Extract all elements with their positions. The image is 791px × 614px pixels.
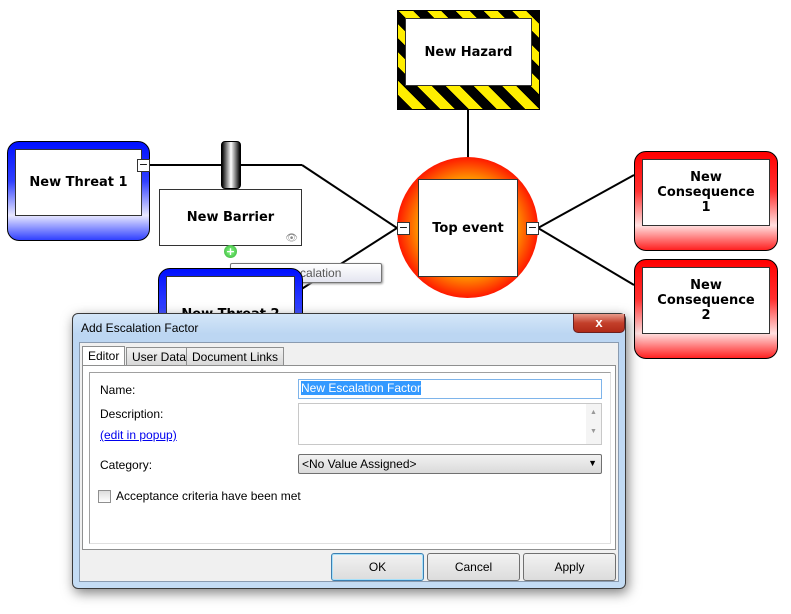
- cancel-button[interactable]: Cancel: [427, 553, 520, 581]
- tab-editor[interactable]: Editor: [82, 346, 126, 366]
- textarea-scrollbar[interactable]: ▲ ▼: [586, 404, 601, 444]
- ok-button[interactable]: OK: [331, 553, 424, 581]
- dialog-body: Editor User Data Document Links Name: Ne…: [79, 342, 619, 582]
- category-value: <No Value Assigned>: [302, 457, 417, 471]
- consequence-node-2[interactable]: New Consequence 2: [634, 259, 778, 359]
- edit-in-popup-link[interactable]: (edit in popup): [100, 428, 177, 442]
- tab-user-data[interactable]: User Data: [126, 347, 193, 365]
- chevron-down-icon: ▼: [588, 458, 597, 468]
- description-textarea[interactable]: ▲ ▼: [298, 403, 602, 445]
- close-button[interactable]: x: [573, 314, 625, 333]
- top-event-node[interactable]: Top event: [397, 157, 538, 298]
- name-input-value: New Escalation Factor: [301, 381, 422, 395]
- threat-node-1[interactable]: New Threat 1: [7, 141, 150, 241]
- add-escalation-factor-button[interactable]: +: [224, 245, 237, 258]
- acceptance-checkbox[interactable]: [98, 490, 111, 503]
- category-select[interactable]: <No Value Assigned> ▼: [298, 454, 602, 474]
- barrier-node[interactable]: New Barrier 👁: [159, 189, 302, 246]
- editor-panel: Name: New Escalation Factor Description:…: [82, 365, 616, 550]
- acceptance-checkbox-label: Acceptance criteria have been met: [116, 489, 301, 503]
- threat-label-1: New Threat 1: [15, 149, 142, 216]
- collapse-left-button[interactable]: −: [397, 222, 410, 235]
- consequence-label-1: New Consequence 1: [642, 159, 770, 226]
- consequence-label-2: New Consequence 2: [642, 267, 770, 334]
- barrier-cylinder-icon: [221, 141, 241, 189]
- hazard-label: New Hazard: [405, 18, 532, 86]
- description-label: Description:: [100, 407, 164, 421]
- scroll-up-icon[interactable]: ▲: [586, 409, 601, 416]
- collapse-threat-button[interactable]: −: [137, 159, 150, 172]
- apply-button[interactable]: Apply: [523, 553, 616, 581]
- consequence-node-1[interactable]: New Consequence 1: [634, 151, 778, 251]
- add-escalation-factor-dialog: Add Escalation Factor x Editor User Data…: [72, 313, 626, 589]
- hazard-node[interactable]: New Hazard: [397, 10, 540, 110]
- eye-icon[interactable]: 👁: [285, 233, 298, 244]
- editor-inner: Name: New Escalation Factor Description:…: [89, 372, 611, 544]
- collapse-right-button[interactable]: −: [526, 222, 539, 235]
- top-event-label: Top event: [418, 179, 518, 277]
- barrier-label: New Barrier: [186, 210, 275, 225]
- name-input[interactable]: New Escalation Factor: [298, 379, 602, 399]
- category-label: Category:: [100, 458, 153, 472]
- name-label: Name:: [100, 383, 136, 397]
- tab-document-links[interactable]: Document Links: [186, 347, 285, 365]
- dialog-title: Add Escalation Factor: [81, 321, 199, 335]
- scroll-down-icon[interactable]: ▼: [586, 428, 601, 435]
